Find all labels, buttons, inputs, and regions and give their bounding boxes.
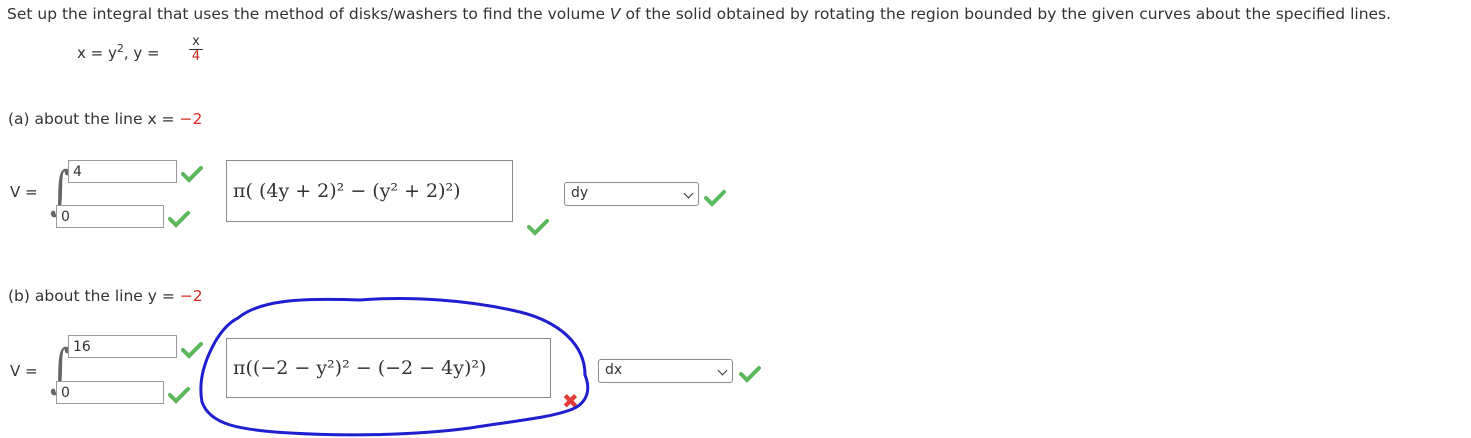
part-a-differential-check-icon xyxy=(704,190,726,207)
part-b-line-eq: = xyxy=(156,287,180,305)
part-b-differential-check-icon xyxy=(739,366,761,383)
chevron-down-icon xyxy=(683,188,694,199)
curve-fraction: x 4 xyxy=(189,35,203,64)
chevron-down-icon xyxy=(717,365,728,376)
curve-eq-1: x = y xyxy=(77,44,117,62)
curves-equations: x = y2, y = xyxy=(77,42,160,62)
part-b-v-label: V = xyxy=(10,362,38,380)
part-a-text: (a) about the line xyxy=(8,110,148,128)
part-a-differential-select[interactable]: dy xyxy=(564,182,699,206)
part-a-lower-check-icon xyxy=(168,211,190,228)
part-b-upper-limit-input[interactable]: 16 xyxy=(68,335,177,358)
curve-eq-2: , y = xyxy=(123,44,160,62)
part-a-line-var: x xyxy=(147,110,157,128)
part-a-upper-limit-input[interactable]: 4 xyxy=(68,160,177,183)
part-a-line-value: −2 xyxy=(179,110,203,128)
fraction-denominator: 4 xyxy=(191,49,201,64)
part-b-integrand-input[interactable]: π((−2 − y²)² − (−2 − 4y)²) xyxy=(226,338,551,398)
fraction-numerator: x xyxy=(189,35,203,50)
part-a-lower-limit-input[interactable]: 0 xyxy=(56,205,164,228)
part-b-differential-select[interactable]: dx xyxy=(598,359,733,383)
part-a-upper-check-icon xyxy=(181,166,203,183)
part-b-integrand-incorrect-icon: ✖ xyxy=(562,389,579,413)
part-b-lower-limit-input[interactable]: 0 xyxy=(56,381,164,404)
part-b-line-var: y xyxy=(147,287,157,305)
part-b-line-value: −2 xyxy=(179,287,203,305)
part-a-integrand-check-icon xyxy=(527,219,549,236)
prompt-text-start: Set up the integral that uses the method… xyxy=(7,5,610,23)
part-a-differential-value: dy xyxy=(571,185,589,201)
part-b-differential-value: dx xyxy=(605,362,623,378)
prompt-text-end: of the solid obtained by rotating the re… xyxy=(620,5,1392,23)
part-a-integrand-input[interactable]: π( (4y + 2)² − (y² + 2)²) xyxy=(226,160,513,222)
question-prompt: Set up the integral that uses the method… xyxy=(7,5,1391,23)
prompt-volume-var: V xyxy=(609,5,621,23)
part-b-text: (b) about the line xyxy=(8,287,148,305)
part-a-line-eq: = xyxy=(156,110,180,128)
part-b-lower-check-icon xyxy=(168,387,190,404)
part-a-v-label: V = xyxy=(10,183,38,201)
curve-eq-1-exponent: 2 xyxy=(116,42,124,55)
part-b-label: (b) about the line y = −2 xyxy=(8,287,203,305)
part-a-label: (a) about the line x = −2 xyxy=(8,110,202,128)
part-b-upper-check-icon xyxy=(181,342,203,359)
annotation-circle xyxy=(199,297,590,437)
